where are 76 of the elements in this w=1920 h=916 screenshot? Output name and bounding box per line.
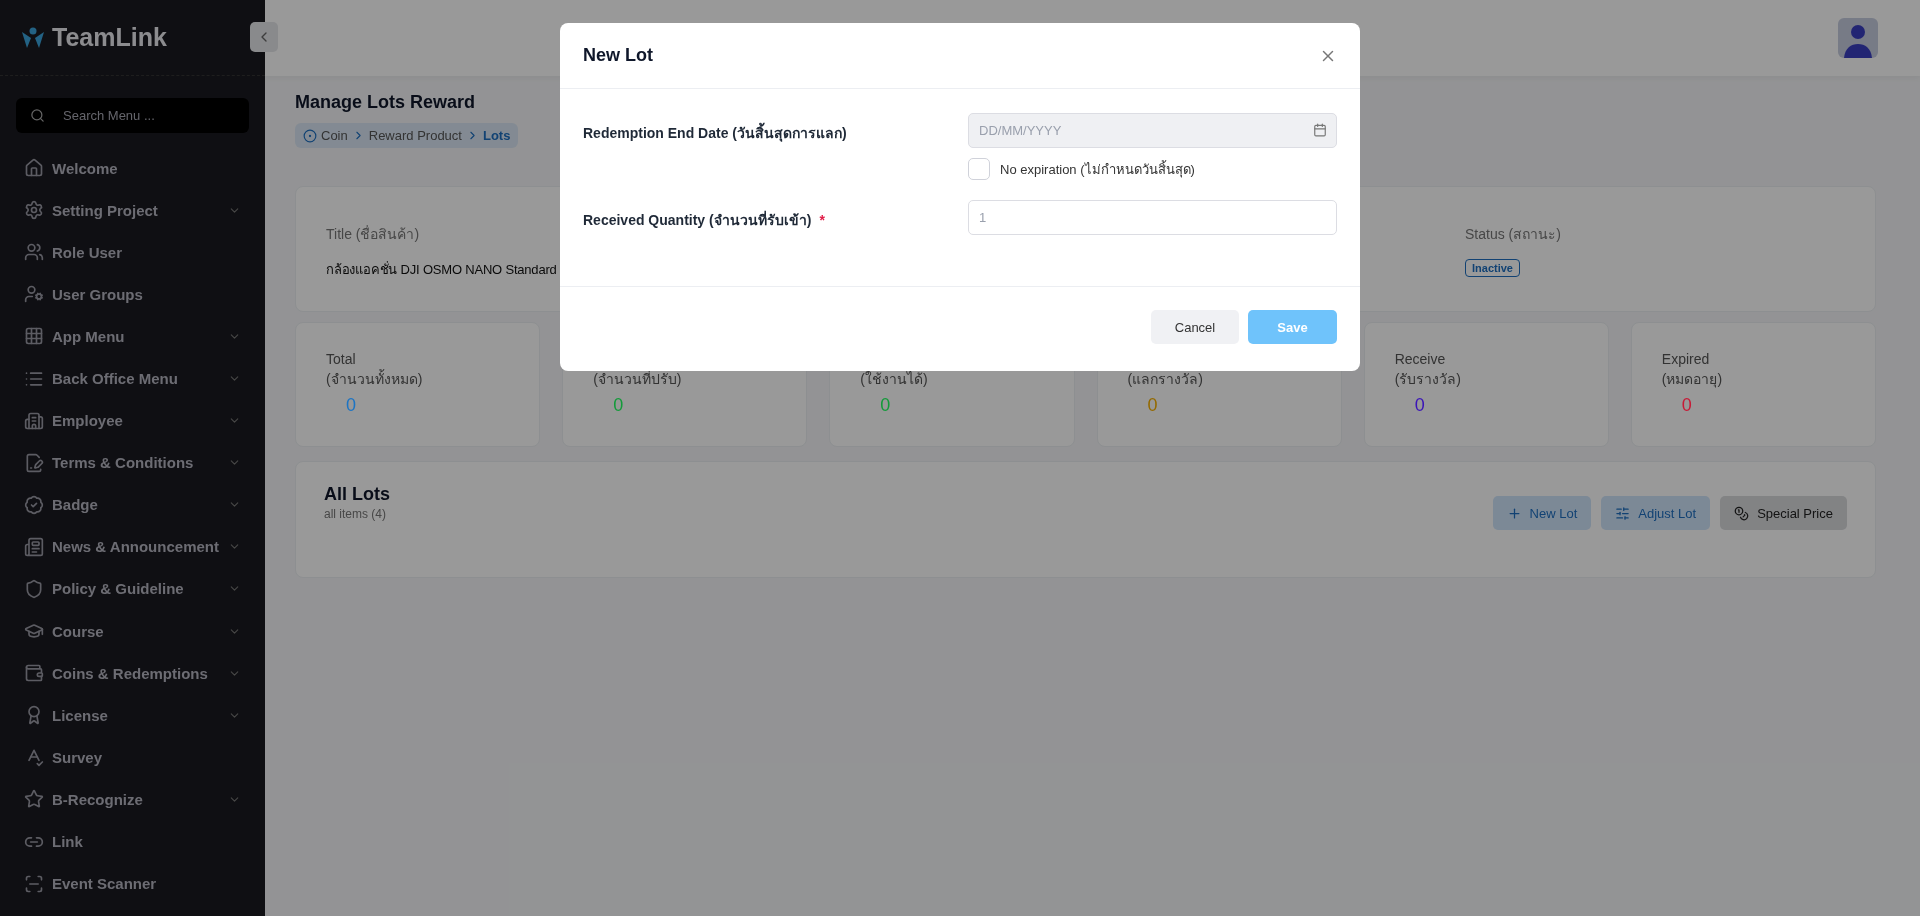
sidebar-item[interactable]: Link — [16, 820, 249, 863]
stat-sublabel: (จำนวนที่ปรับ) — [593, 370, 683, 389]
calendar-icon — [1313, 123, 1327, 137]
people-icon — [24, 242, 44, 263]
field-value: กล้องแอคชั่น DJI OSMO NANO Standard — [326, 260, 557, 279]
stat-label: Total — [326, 350, 357, 369]
stat-value: 0 — [880, 395, 891, 416]
dialog-title: New Lot — [583, 45, 653, 66]
gears-icon — [24, 200, 44, 221]
status-badge: Inactive — [1465, 259, 1520, 277]
avatar[interactable] — [1838, 18, 1878, 58]
sidebar-item[interactable]: Employee — [16, 399, 249, 442]
stat-label: Expired — [1661, 350, 1711, 369]
search-field[interactable]: Search Menu ... — [16, 98, 249, 133]
sidebar-item[interactable]: Coins & Redemptions — [16, 652, 249, 695]
field-label: Redemption End Date (วันสิ้นสุดการแลก) — [583, 113, 968, 180]
sidebar-item[interactable]: Back Office Menu — [16, 357, 249, 400]
user-group-icon — [24, 284, 44, 305]
field-label: Received Quantity (จำนวนที่รับเข้า) * — [583, 209, 826, 230]
building-icon — [24, 410, 44, 431]
brand-name: TeamLink — [52, 23, 167, 52]
sidebar-item[interactable]: B-Recognize — [16, 778, 249, 821]
stat-value: 0 — [1681, 395, 1692, 416]
star-icon — [24, 789, 44, 810]
plus-icon — [1506, 505, 1522, 521]
stat-value: 0 — [1147, 395, 1158, 416]
stat-sublabel: (หมดอายุ) — [1661, 370, 1724, 389]
sidebar-item[interactable]: Event Scanner — [16, 862, 249, 905]
logo-icon — [20, 25, 46, 50]
collapse-button[interactable] — [250, 22, 278, 52]
coins-icon — [1734, 505, 1750, 521]
sidebar-item[interactable]: Survey — [16, 736, 249, 779]
action-button[interactable]: Special Price — [1720, 496, 1847, 530]
checkbox-label: No expiration (ไม่กำหนดวันสิ้นสุด) — [1000, 159, 1195, 180]
stat-value: 0 — [1414, 395, 1425, 416]
sidebar-item[interactable]: App Menu — [16, 315, 249, 358]
sidebar-item[interactable]: Policy & Guideline — [16, 567, 249, 611]
page-title: Manage Lots Reward — [295, 92, 477, 113]
stat-value: 0 — [613, 395, 624, 416]
sidebar-item[interactable]: Setting Project — [16, 189, 249, 232]
sidebar-item[interactable]: User Groups — [16, 273, 249, 316]
sidebar-item[interactable]: Role User — [16, 231, 249, 274]
sidebar-item[interactable]: Badge — [16, 483, 249, 526]
shield-icon — [24, 579, 44, 599]
input-field[interactable]: 1 — [968, 200, 1337, 235]
breadcrumb-link[interactable]: Reward Product — [368, 128, 462, 143]
scan-icon — [24, 873, 44, 894]
section-title: All Lots — [324, 484, 390, 505]
field-label: Status (สถานะ) — [1465, 225, 1562, 244]
newspaper-icon — [24, 536, 44, 557]
breadcrumb-link[interactable]: Coin — [321, 128, 348, 143]
sidebar-item[interactable]: License — [16, 694, 249, 737]
field-label: Title (ชื่อสินค้า) — [326, 224, 421, 244]
home-icon — [24, 158, 44, 179]
item-count: all items (4) — [324, 507, 387, 521]
action-button[interactable]: New Lot — [1492, 496, 1592, 530]
cancel-button[interactable]: Cancel — [1151, 310, 1239, 344]
stat-sublabel: (รับรางวัล) — [1394, 370, 1462, 389]
stat-sublabel: (แลกรางวัล) — [1127, 370, 1204, 389]
sidebar-item[interactable]: News & Announcement — [16, 525, 249, 568]
stat-label: Receive — [1394, 350, 1447, 369]
search-icon — [30, 108, 45, 123]
action-button[interactable]: Adjust Lot — [1601, 496, 1711, 530]
grid-icon — [24, 326, 44, 347]
sidebar-item[interactable]: Welcome — [16, 147, 249, 190]
badge-icon — [24, 494, 44, 515]
stat-value: 0 — [346, 395, 356, 416]
sidebar-item[interactable]: Terms & Conditions — [16, 441, 249, 484]
breadcrumb-link[interactable]: Lots — [482, 128, 511, 143]
stat-sublabel: (ใช้งานได้) — [860, 370, 929, 389]
stat-sublabel: (จำนวนทั้งหมด) — [326, 369, 424, 389]
sidebar-item[interactable]: Course — [16, 610, 249, 653]
sliders-icon — [1615, 505, 1631, 521]
wallet-icon — [24, 663, 44, 684]
signed-document-icon — [24, 452, 44, 473]
target-icon — [303, 128, 317, 143]
